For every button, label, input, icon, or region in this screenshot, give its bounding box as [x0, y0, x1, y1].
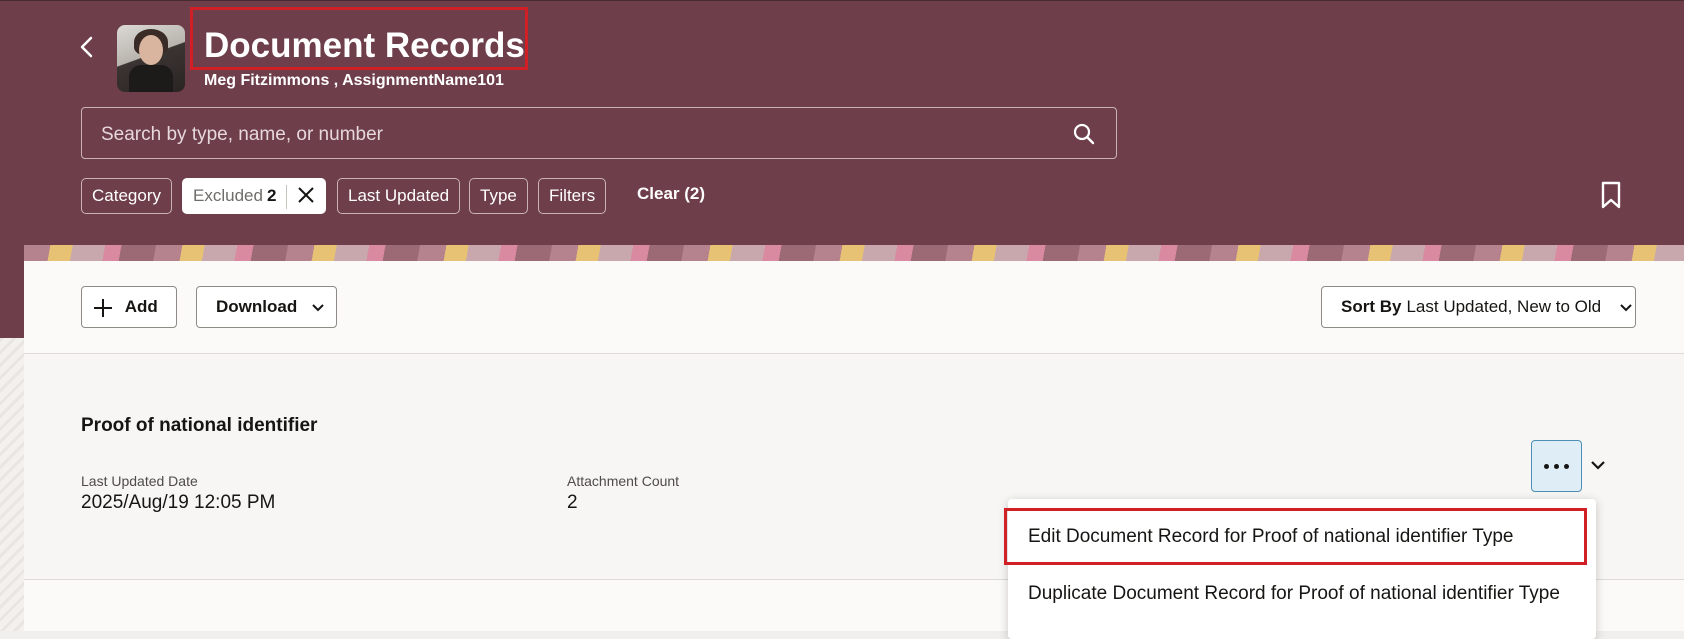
- menu-item-duplicate-record[interactable]: Duplicate Document Record for Proof of n…: [1028, 583, 1560, 605]
- download-button[interactable]: Download: [196, 286, 337, 328]
- search-placeholder: Search by type, name, or number: [101, 124, 383, 145]
- title-highlight-box: [190, 7, 528, 70]
- search-icon[interactable]: [1072, 122, 1096, 146]
- side-pattern: [0, 338, 24, 631]
- chevron-down-icon: [1620, 303, 1632, 311]
- close-icon[interactable]: [297, 186, 315, 204]
- last-updated-label: Last Updated Date: [81, 473, 198, 489]
- decorative-band: [24, 245, 1684, 261]
- more-actions-button[interactable]: [1531, 440, 1582, 492]
- bookmark-icon[interactable]: [1600, 181, 1622, 209]
- search-input[interactable]: Search by type, name, or number: [81, 107, 1117, 159]
- filter-chip-excluded[interactable]: Excluded 2: [182, 178, 327, 214]
- person-subtitle: Meg Fitzimmons , AssignmentName101: [204, 72, 504, 89]
- back-chevron-icon[interactable]: [76, 34, 98, 60]
- top-border: [0, 0, 1684, 1]
- chevron-down-icon[interactable]: [1588, 455, 1608, 475]
- last-updated-value: 2025/Aug/19 12:05 PM: [81, 492, 276, 513]
- filter-chip-type[interactable]: Type: [469, 178, 528, 214]
- add-button[interactable]: Add: [81, 286, 177, 328]
- avatar: [117, 25, 185, 92]
- attachment-count-label: Attachment Count: [567, 473, 680, 489]
- menu-highlight-box: [1004, 508, 1587, 565]
- filter-chip-filters[interactable]: Filters: [538, 178, 607, 214]
- clear-filters-link[interactable]: Clear (2): [637, 184, 705, 204]
- filter-chip-last-updated[interactable]: Last Updated: [337, 178, 461, 214]
- sort-by-select[interactable]: Sort By Last Updated, New to Old: [1321, 286, 1636, 328]
- attachment-count-value: 2: [567, 492, 578, 513]
- record-title[interactable]: Proof of national identifier: [81, 415, 317, 437]
- chevron-down-icon: [312, 303, 324, 311]
- plus-icon: [94, 298, 112, 317]
- filter-chip-category[interactable]: Category: [81, 178, 172, 214]
